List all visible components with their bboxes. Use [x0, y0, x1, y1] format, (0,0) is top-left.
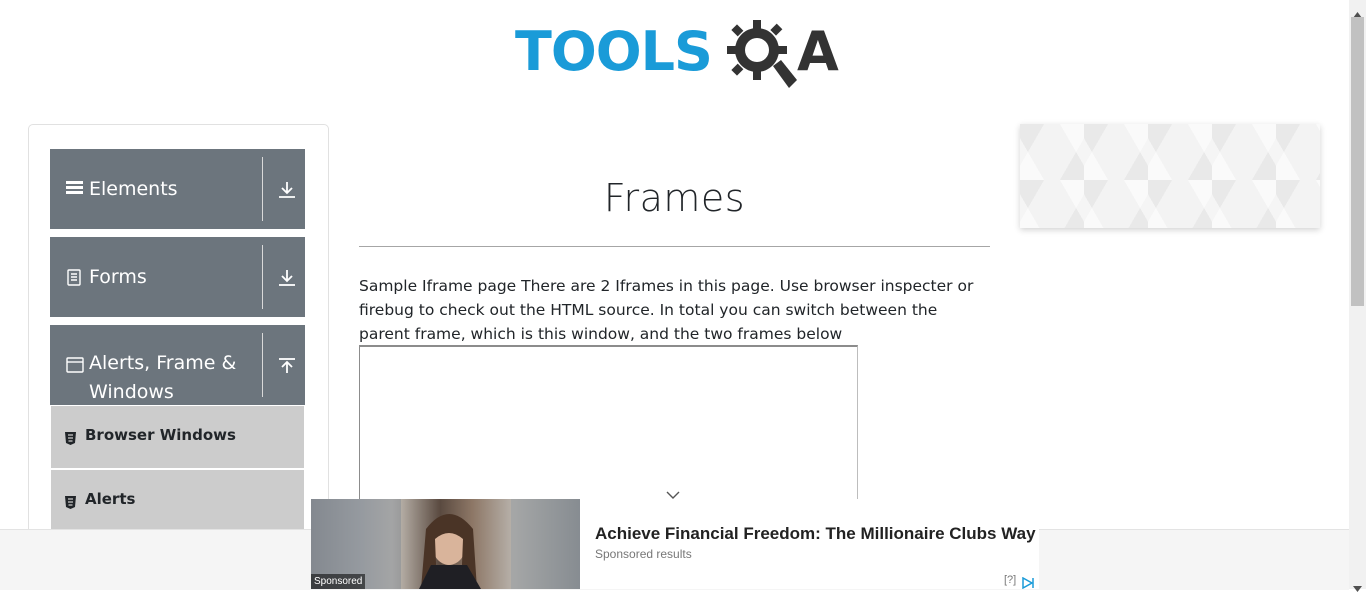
ad-info-link[interactable]: [?] — [1004, 574, 1016, 586]
html5-shield-icon — [65, 494, 76, 513]
left-sidebar: Elements Forms Alerts, Frame & Windows B… — [28, 124, 329, 545]
toolsqa-logo[interactable]: TOOLS A — [515, 14, 840, 92]
adchoices-icon[interactable] — [1022, 574, 1036, 593]
menu-item-label: Browser Windows — [85, 426, 236, 444]
logo-tools-text: TOOLS — [515, 20, 713, 83]
group-forms[interactable]: Forms — [50, 237, 305, 317]
right-ad-banner[interactable] — [1020, 124, 1320, 228]
gear-magnifier-icon — [727, 20, 797, 88]
group-alerts-label: Alerts, Frame & Windows — [89, 352, 237, 403]
html5-shield-icon — [65, 430, 76, 449]
window-icon — [66, 357, 84, 377]
menu-item-label: Alerts — [85, 490, 136, 508]
logo-a-text: A — [797, 20, 839, 83]
sponsored-ad-card[interactable]: Sponsored Achieve Financial Freedom: The… — [311, 499, 1039, 590]
ad-subtext: Sponsored results — [595, 547, 692, 561]
vertical-scrollbar[interactable] — [1349, 0, 1366, 592]
group-forms-label: Forms — [89, 266, 147, 288]
logo-a-wrap: A — [797, 20, 839, 84]
ad-headline-link[interactable]: Achieve Financial Freedom: The Millionai… — [595, 524, 1036, 544]
ad-sponsored-tag: Sponsored — [311, 574, 366, 589]
download-arrow-icon[interactable] — [278, 181, 296, 203]
group-divider — [262, 333, 263, 397]
hamburger-icon — [66, 178, 84, 200]
group-elements-label: Elements — [89, 178, 178, 200]
document-icon — [66, 269, 82, 291]
upload-arrow-icon[interactable] — [278, 357, 296, 379]
group-divider — [262, 245, 263, 309]
group-divider — [262, 157, 263, 221]
menu-item-browser-windows[interactable]: Browser Windows — [51, 406, 304, 468]
iframe-frame1[interactable] — [359, 345, 858, 507]
menu-item-alerts[interactable]: Alerts — [51, 470, 304, 532]
logo-wordmark: TOOLS — [515, 20, 713, 84]
scrollbar-thumb[interactable] — [1351, 17, 1364, 306]
group-alerts-frame-windows[interactable]: Alerts, Frame & Windows — [50, 325, 305, 405]
download-arrow-icon[interactable] — [278, 269, 296, 291]
group-elements[interactable]: Elements — [50, 149, 305, 229]
page-title: Frames — [603, 176, 746, 220]
title-divider — [359, 246, 990, 247]
ad-image[interactable]: Sponsored — [311, 499, 580, 589]
frames-description: Sample Iframe page There are 2 Iframes i… — [359, 277, 974, 343]
scroll-down-arrow-icon[interactable] — [1353, 577, 1362, 596]
